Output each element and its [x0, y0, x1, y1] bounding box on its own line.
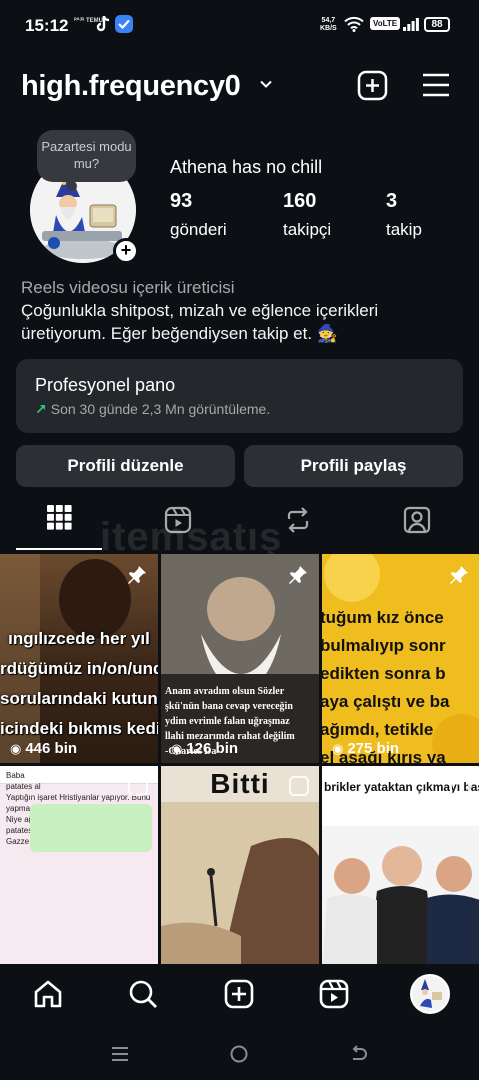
- add-story-button[interactable]: +: [113, 238, 139, 264]
- profile-bio: Reels videosu içerik üreticisi Çoğunlukl…: [21, 276, 461, 345]
- recent-apps-icon[interactable]: [110, 1044, 130, 1064]
- battery-icon: 88: [424, 17, 450, 32]
- grid-post[interactable]: tuğum kız önce bulmalıyıp sonr edikten s…: [322, 554, 479, 763]
- view-count: ◉ 446 bin: [10, 740, 78, 757]
- reels-badge-icon: [450, 776, 470, 796]
- trend-up-icon: ↗: [35, 401, 47, 417]
- posts-grid: ıngılızcede her yıl rdüğümüz in/on/und s…: [0, 554, 479, 964]
- profile-note-bubble[interactable]: Pazartesi modu mu?: [37, 130, 136, 191]
- status-bar: 15:12 ᴿ⁰ᴶᴿ TEMU 54,7 KB/S VoLTE 88: [0, 0, 479, 52]
- hamburger-menu-icon[interactable]: [421, 71, 451, 99]
- pin-icon: [450, 566, 468, 584]
- display-name: Athena has no chill: [170, 157, 323, 177]
- system-navigation-bar: [0, 1026, 479, 1080]
- reels-badge-icon: [289, 776, 309, 796]
- stat-followers[interactable]: 160 takipçi: [283, 190, 331, 240]
- tiktok-icon: [96, 15, 110, 32]
- reposts-icon: [287, 507, 309, 533]
- account-switcher[interactable]: high.frequency0: [21, 70, 241, 103]
- grid-post[interactable]: Bitti: [161, 766, 319, 964]
- wifi-icon: [344, 16, 364, 32]
- edit-profile-button[interactable]: Profili düzenle: [16, 445, 235, 487]
- reels-badge-icon: [128, 776, 148, 796]
- search-icon[interactable]: [127, 978, 159, 1010]
- pin-icon: [128, 566, 146, 584]
- bio-text: Çoğunlukla shitpost, mizah ve eğlence iç…: [21, 301, 379, 343]
- chat-bubble: [30, 804, 152, 852]
- stat-posts[interactable]: 93 gönderi: [170, 190, 227, 240]
- professional-dashboard[interactable]: Profesyonel pano ↗ Son 30 günde 2,3 Mn gö…: [16, 359, 463, 433]
- status-time: 15:12: [25, 16, 69, 35]
- dashboard-subtitle: ↗ Son 30 günde 2,3 Mn görüntüleme.: [35, 401, 271, 417]
- profile-avatar[interactable]: [410, 974, 450, 1014]
- bottom-navigation: [0, 964, 479, 1026]
- eye-icon: ◉: [332, 741, 344, 756]
- chevron-down-icon[interactable]: [259, 77, 273, 91]
- active-tab-indicator: [16, 548, 102, 550]
- home-icon[interactable]: [32, 978, 64, 1010]
- view-count: ◉ 275 bin: [332, 740, 400, 757]
- grid-post[interactable]: brikler yataktan çıkmayı baş: [322, 766, 479, 964]
- view-count: ◉ 126 bin: [171, 740, 239, 757]
- home-button-icon[interactable]: [229, 1044, 249, 1064]
- dashboard-title: Profesyonel pano: [35, 375, 176, 395]
- reels-icon[interactable]: [318, 978, 350, 1010]
- profile-category: Reels videosu içerik üreticisi: [21, 278, 235, 297]
- create-icon[interactable]: [223, 978, 255, 1010]
- eye-icon: ◉: [10, 741, 22, 756]
- create-post-icon[interactable]: [357, 70, 388, 101]
- tagged-icon: [403, 506, 431, 534]
- verified-check-icon: [115, 15, 133, 33]
- grid-post[interactable]: ıngılızcede her yıl rdüğümüz in/on/und s…: [0, 554, 158, 763]
- grid-post[interactable]: Anam avradım olsun Sözler şkü'nün bana c…: [161, 554, 319, 763]
- grid-icon: [47, 505, 72, 530]
- volte-badge: VoLTE: [370, 17, 401, 30]
- eye-icon: ◉: [171, 741, 183, 756]
- net-speed: 54,7 KB/S: [320, 17, 337, 32]
- back-icon[interactable]: [349, 1044, 369, 1064]
- signal-icon: [403, 18, 419, 31]
- stat-following[interactable]: 3 takip: [386, 190, 422, 240]
- grid-post[interactable]: Baba patates al Yaptığın işaret Hristiya…: [0, 766, 158, 964]
- tab-tagged[interactable]: [359, 494, 479, 552]
- share-profile-button[interactable]: Profili paylaş: [244, 445, 463, 487]
- pin-icon: [289, 566, 307, 584]
- profile-header: high.frequency0: [0, 60, 479, 112]
- post-caption-text: ıngılızcede her yıl rdüğümüz in/on/und s…: [0, 629, 158, 738]
